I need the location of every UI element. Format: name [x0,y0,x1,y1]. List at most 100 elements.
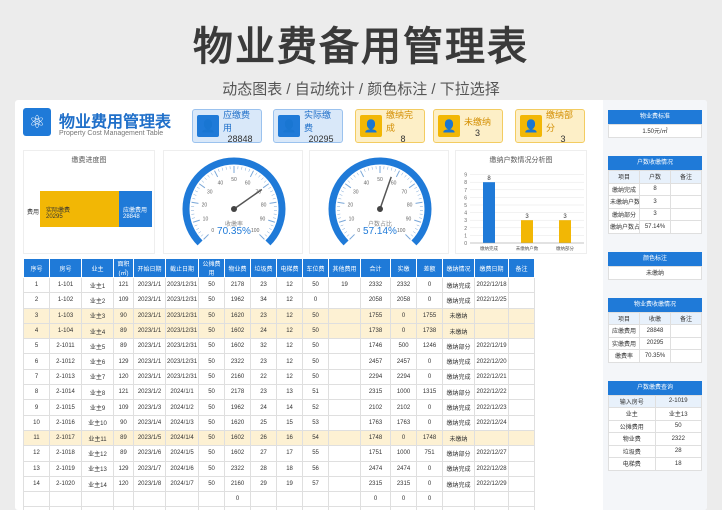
table-cell[interactable] [508,322,536,340]
table-cell[interactable]: 2022/12/20 [474,353,510,370]
table-cell[interactable]: 1746 [360,338,392,355]
table-cell[interactable]: 12 [276,292,304,309]
table-cell[interactable]: 1620 [224,307,252,324]
table-cell[interactable]: 129 [113,460,134,477]
table-cell[interactable] [328,368,362,386]
table-cell[interactable]: 25 [250,414,278,431]
table-cell[interactable]: 缴纳部分 [442,338,476,355]
table-cell[interactable] [23,491,50,508]
table-cell[interactable] [250,491,278,508]
table-cell[interactable]: 业主12 [81,445,114,462]
table-cell[interactable]: 1602 [224,322,252,340]
column-header[interactable]: 公摊费用 [198,258,226,278]
table-cell[interactable]: 业主3 [81,307,114,324]
table-cell[interactable]: 50 [302,307,330,324]
table-cell[interactable]: 1763 [360,414,392,431]
table-cell[interactable]: 1602 [224,429,252,447]
table-cell[interactable]: 0 [416,292,444,309]
table-cell[interactable]: 1-101 [49,276,82,294]
table-cell[interactable]: 51 [302,384,330,401]
table-cell[interactable]: 34 [250,292,278,309]
table-cell[interactable]: 2023/1/1 [133,353,166,370]
table-cell[interactable]: 业主13 [81,460,114,477]
table-cell[interactable]: 14 [276,399,304,416]
table-cell[interactable]: 2024/1/5 [164,445,200,462]
table-cell[interactable]: 89 [113,445,134,462]
table-cell[interactable]: 1748 [360,429,392,447]
table-row[interactable]: 0000 [23,491,536,508]
table-cell[interactable] [508,353,536,370]
table-cell[interactable]: 0 [416,353,444,370]
table-cell[interactable]: 56 [302,460,330,477]
table-cell[interactable]: 24 [250,322,278,340]
table-cell[interactable]: 1315 [416,384,444,401]
table-cell[interactable]: 2023/12/31 [164,276,200,294]
table-cell[interactable]: 9 [23,399,50,416]
table-cell[interactable]: 2022/12/29 [474,475,510,493]
table-cell[interactable]: 2023/1/7 [133,460,166,477]
table-cell[interactable]: 2024/1/1 [164,384,200,401]
table-cell[interactable] [328,491,362,508]
table-cell[interactable] [328,322,362,340]
table-cell[interactable]: 2322 [224,353,252,370]
table-cell[interactable]: 1000 [390,445,418,462]
table-cell[interactable]: 11 [23,429,50,447]
table-cell[interactable]: 1-102 [49,292,82,309]
table-cell[interactable]: 2023/1/1 [133,322,166,340]
table-cell[interactable]: 2-1011 [49,338,82,355]
table-cell[interactable]: 2023/1/4 [133,414,166,431]
table-cell[interactable]: 2332 [360,276,392,294]
table-cell[interactable]: 50 [198,322,226,340]
table-cell[interactable]: 13 [23,460,50,477]
table-cell[interactable]: 2474 [360,460,392,477]
table-cell[interactable]: 14 [23,475,50,493]
table-cell[interactable]: 缴纳部分 [442,445,476,462]
table-cell[interactable]: 1755 [360,307,392,324]
table-cell[interactable]: 2022/12/19 [474,338,510,355]
table-cell[interactable]: 2023/12/31 [164,292,200,309]
table-cell[interactable] [276,491,304,508]
table-cell[interactable]: 2160 [224,368,252,386]
table-row[interactable]: 11 2-1017 业主11 89 2023/1/5 2024/1/4 50 1602 26 16… [23,429,536,447]
table-cell[interactable]: 1602 [224,445,252,462]
table-cell[interactable]: 1-103 [49,307,82,324]
color-legend-value[interactable]: 未缴纳 [608,265,702,280]
table-cell[interactable]: 2160 [224,475,252,493]
table-cell[interactable]: 1738 [416,322,444,340]
table-cell[interactable] [508,338,536,355]
table-cell[interactable]: 12 [23,445,50,462]
table-cell[interactable]: 2-1016 [49,414,82,431]
table-cell[interactable] [328,353,362,370]
table-cell[interactable]: 4 [23,322,50,340]
table-cell[interactable] [508,429,536,447]
table-cell[interactable]: 2023/1/2 [133,384,166,401]
table-cell[interactable]: 2-1020 [49,475,82,493]
table-cell[interactable]: 2024/1/3 [164,414,200,431]
table-row[interactable]: 7 2-1013 业主7 120 2023/1/1 2023/12/31 50 2160 22 1… [23,368,536,386]
table-cell[interactable]: 2294 [360,368,392,386]
table-cell[interactable]: 2024/1/4 [164,429,200,447]
table-cell[interactable]: 2023/1/6 [133,445,166,462]
column-header[interactable]: 序号 [23,258,50,278]
room-number-select[interactable]: 2-1019 [654,394,702,408]
table-cell[interactable]: 109 [113,292,134,309]
table-cell[interactable]: 3 [23,307,50,324]
table-cell[interactable] [508,276,536,294]
table-cell[interactable]: 2315 [360,475,392,493]
table-cell[interactable] [328,460,362,477]
table-cell[interactable]: 50 [198,445,226,462]
table-cell[interactable]: 0 [416,475,444,493]
table-cell[interactable] [198,491,226,508]
column-header[interactable]: 面积(㎡) [113,258,134,278]
table-cell[interactable]: 缴纳完成 [442,460,476,477]
table-cell[interactable]: 16 [276,429,304,447]
column-header[interactable]: 电梯费 [276,258,304,278]
table-cell[interactable]: 2-1014 [49,384,82,401]
table-cell[interactable]: 业主10 [81,414,114,431]
table-cell[interactable]: 业主7 [81,368,114,386]
table-cell[interactable]: 23 [250,353,278,370]
table-cell[interactable]: 2102 [360,399,392,416]
table-cell[interactable] [508,475,536,493]
table-cell[interactable]: 1738 [360,322,392,340]
table-cell[interactable] [81,491,114,508]
